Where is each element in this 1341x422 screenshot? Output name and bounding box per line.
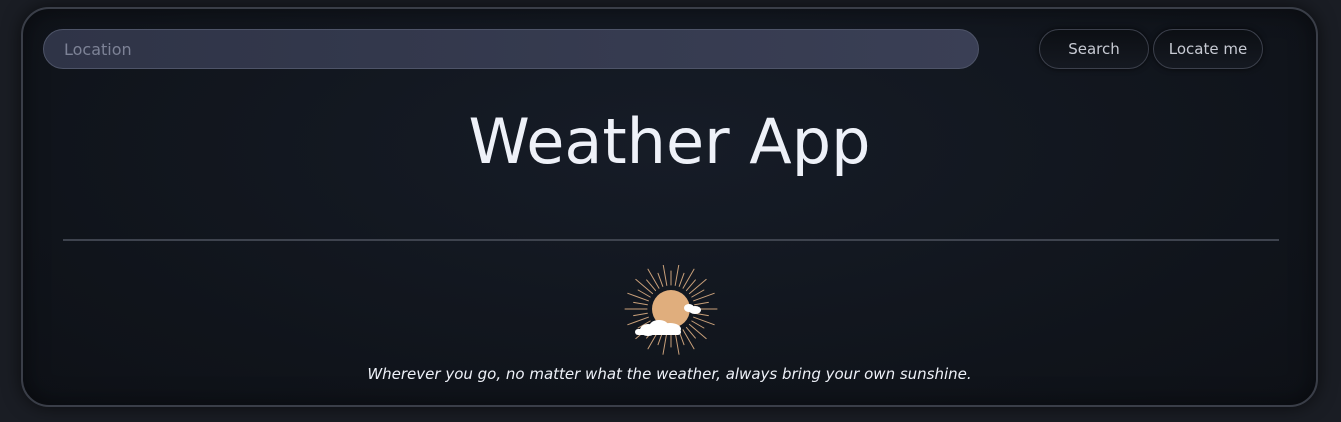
locate-me-button[interactable]: Locate me — [1153, 29, 1263, 69]
search-button[interactable]: Search — [1039, 29, 1149, 69]
divider — [63, 239, 1279, 241]
page-title: Weather App — [468, 105, 871, 178]
sun-behind-cloud-icon — [624, 265, 718, 355]
quote-text: Wherever you go, no matter what the weat… — [367, 365, 972, 383]
location-input[interactable] — [43, 29, 979, 69]
weather-app-card: Search Locate me Weather App Wherever yo… — [21, 7, 1318, 407]
